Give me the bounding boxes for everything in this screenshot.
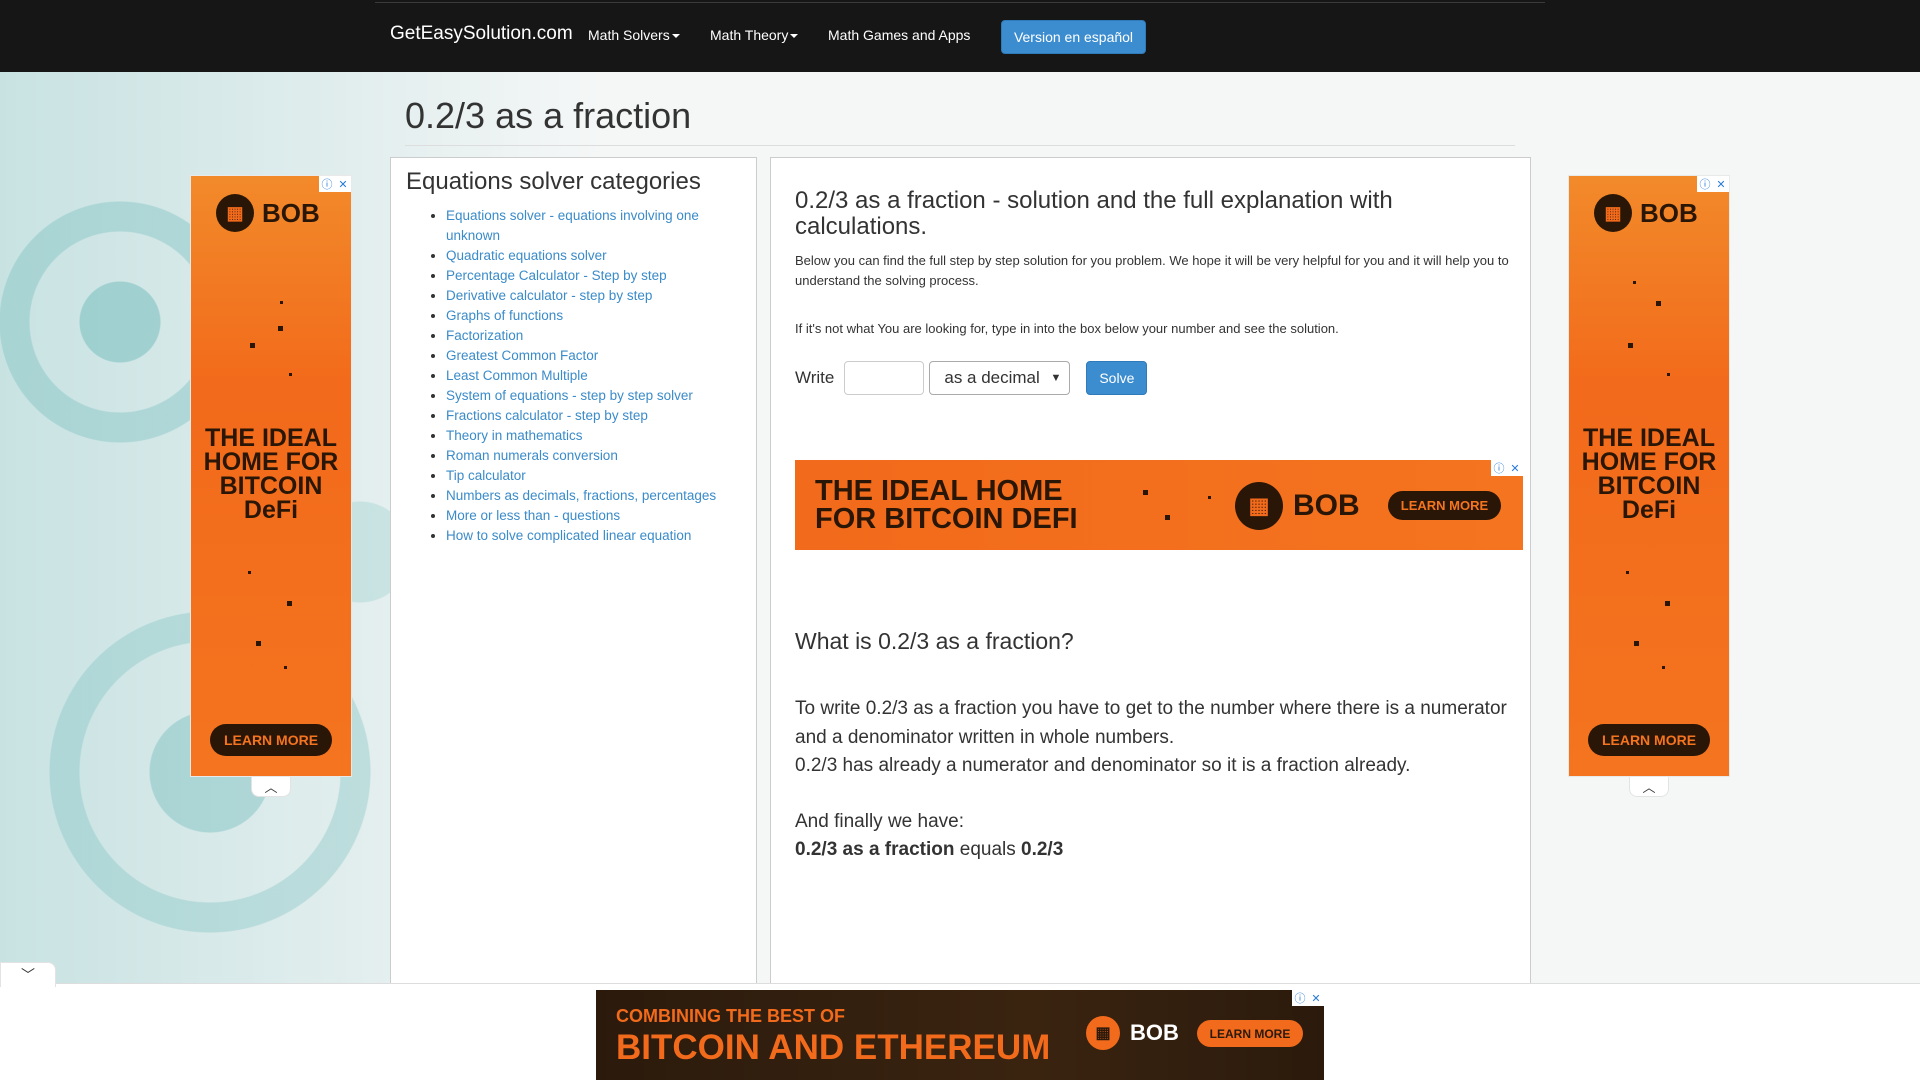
category-link[interactable]: More or less than - questions [446,508,620,523]
toggle-bottom-ad-button[interactable]: ﹀ [0,962,56,987]
divider [405,145,1515,146]
category-link[interactable]: Derivative calculator - step by step [446,288,652,303]
ad-tagline: THE IDEAL HOME FOR BITCOIN DeFi [203,424,339,524]
conclusion-label: And finally we have: [795,811,964,832]
solution-heading: 0.2/3 as a fraction - solution and the f… [795,187,1393,240]
category-link[interactable]: Fractions calculator - step by step [446,408,648,423]
bottom-ad[interactable]: ⓘ ✕ COMBINING THE BEST OF BITCOIN AND ET… [596,990,1324,1080]
bob-logo-icon: ▦ [1086,1016,1120,1050]
list-item: Quadratic equations solver [446,246,746,266]
categories-panel: Equations solver categories Equations so… [390,157,757,997]
list-item: Least Common Multiple [446,366,746,386]
banner-ad-text: THE IDEAL HOME FOR BITCOIN DEFI [815,475,1078,535]
bob-logo: ▦ BOB [216,194,320,232]
caret-down-icon [671,34,680,39]
category-link[interactable]: Roman numerals conversion [446,448,618,463]
bob-logo-icon: ▦ [1594,194,1632,232]
ad-close-icon[interactable]: ✕ [1507,460,1523,476]
ad-learn-more-button[interactable]: LEARN MORE [1197,1020,1303,1047]
nav-math-solvers[interactable]: Math Solvers [588,27,680,43]
solution-panel: 0.2/3 as a fraction - solution and the f… [770,157,1531,997]
left-side-ad[interactable]: ⓘ ✕ ▦ BOB THE IDEAL HOME FOR BITCOIN DeF… [191,176,351,776]
list-item: Derivative calculator - step by step [446,286,746,306]
bob-logo-icon: ▦ [1235,482,1283,530]
category-link[interactable]: Percentage Calculator - Step by step [446,268,667,283]
number-input[interactable] [844,361,925,395]
banner-ad[interactable]: ⓘ ✕ THE IDEAL HOME FOR BITCOIN DEFI ▦ BO… [795,460,1523,550]
caret-down-icon [790,34,799,39]
category-link[interactable]: Factorization [446,328,523,343]
bob-logo: ▦ BOB [1235,482,1360,530]
ad-info-icon[interactable]: ⓘ [1292,990,1308,1006]
category-link[interactable]: Graphs of functions [446,308,563,323]
category-link[interactable]: Least Common Multiple [446,368,588,383]
ad-learn-more-button[interactable]: LEARN MORE [1588,724,1710,756]
format-select[interactable]: as a decimal ▼ [929,361,1071,395]
list-item: Equations solver - equations involving o… [446,206,746,246]
write-label: Write [795,368,835,387]
intro-text: Below you can find the full step by step… [795,253,1509,288]
top-navbar: GetEasySolution.com Math Solvers Math Th… [0,0,1920,72]
category-link[interactable]: Theory in mathematics [446,428,583,443]
list-item: How to solve complicated linear equation [446,526,746,546]
list-item: System of equations - step by step solve… [446,386,746,406]
bob-logo-icon: ▦ [216,194,254,232]
chevron-down-icon: ﹀ [21,967,35,983]
ad-close-icon[interactable]: ✕ [335,176,351,192]
hint-text: If it's not what You are looking for, ty… [795,321,1339,336]
list-item: More or less than - questions [446,506,746,526]
brand-link[interactable]: GetEasySolution.com [390,23,573,45]
spanish-version-button[interactable]: Version en español [1001,20,1146,54]
list-item: Percentage Calculator - Step by step [446,266,746,286]
ad-info-icon[interactable]: ⓘ [1491,460,1507,476]
list-item: Theory in mathematics [446,426,746,446]
bob-logo: ▦ BOB [1086,1016,1179,1050]
solver-form: Write as a decimal ▼ Solve [795,361,1148,395]
ad-learn-more-button[interactable]: LEARN MORE [210,724,332,756]
explanation-text: To write 0.2/3 as a fraction you have to… [795,698,1507,776]
collapse-ad-button[interactable]: ︿ [1629,777,1669,797]
list-item: Graphs of functions [446,306,746,326]
list-item: Greatest Common Factor [446,346,746,366]
collapse-ad-button[interactable]: ︿ [251,777,291,797]
category-link[interactable]: Tip calculator [446,468,526,483]
nav-math-theory[interactable]: Math Theory [710,27,799,43]
list-item: Numbers as decimals, fractions, percenta… [446,486,746,506]
list-item: Tip calculator [446,466,746,486]
nav-math-games[interactable]: Math Games and Apps [828,27,970,43]
page-title: 0.2/3 as a fraction [405,95,692,136]
category-link[interactable]: How to solve complicated linear equation [446,528,691,543]
list-item: Fractions calculator - step by step [446,406,746,426]
result-line: 0.2/3 as a fraction equals 0.2/3 [795,839,1064,860]
categories-heading: Equations solver categories [406,168,701,195]
category-link[interactable]: System of equations - step by step solve… [446,388,693,403]
category-link[interactable]: Greatest Common Factor [446,348,598,363]
list-item: Factorization [446,326,746,346]
question-heading: What is 0.2/3 as a fraction? [795,628,1074,654]
ad-tagline: THE IDEAL HOME FOR BITCOIN DeFi [1581,424,1717,524]
list-item: Roman numerals conversion [446,446,746,466]
chevron-up-icon: ︿ [264,780,278,795]
categories-list: Equations solver - equations involving o… [446,206,746,546]
chevron-up-icon: ︿ [1642,780,1656,795]
ad-close-icon[interactable]: ✕ [1713,176,1729,192]
chevron-down-icon: ▼ [1050,372,1062,384]
solve-button[interactable]: Solve [1086,361,1148,395]
ad-info-icon[interactable]: ⓘ [1697,176,1713,192]
ad-info-icon[interactable]: ⓘ [319,176,335,192]
category-link[interactable]: Equations solver - equations involving o… [446,208,699,243]
ad-learn-more-button[interactable]: LEARN MORE [1388,491,1501,520]
bob-logo: ▦ BOB [1594,194,1698,232]
category-link[interactable]: Numbers as decimals, fractions, percenta… [446,488,716,503]
right-side-ad[interactable]: ⓘ ✕ ▦ BOB THE IDEAL HOME FOR BITCOIN DeF… [1569,176,1729,776]
category-link[interactable]: Quadratic equations solver [446,248,607,263]
ad-close-icon[interactable]: ✕ [1308,990,1324,1006]
